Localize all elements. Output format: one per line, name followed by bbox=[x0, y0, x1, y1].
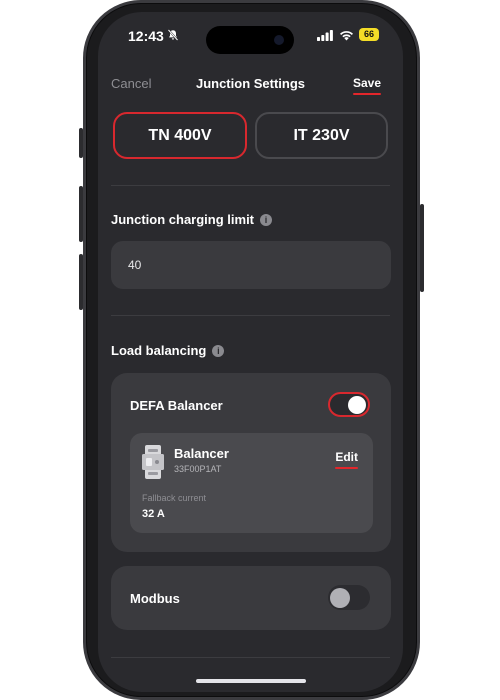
bell-muted-icon bbox=[167, 29, 179, 41]
load-balancing-label-text: Load balancing bbox=[111, 343, 207, 358]
charging-limit-label: Junction charging limit i bbox=[111, 212, 273, 227]
save-button[interactable]: Save bbox=[352, 76, 382, 95]
defa-balancer-label: DEFA Balancer bbox=[130, 398, 223, 413]
defa-balancer-card: DEFA Balancer Balancer 33F00P1AT Edit Fa… bbox=[111, 373, 391, 552]
balancer-id: 33F00P1AT bbox=[174, 464, 222, 474]
fallback-current-value: 32 A bbox=[142, 508, 165, 520]
network-option-tn-400v[interactable]: TN 400V bbox=[113, 112, 247, 159]
battery-indicator: 66 bbox=[359, 28, 379, 41]
defa-balancer-toggle[interactable] bbox=[328, 392, 370, 417]
balancer-device-icon bbox=[142, 445, 164, 479]
balancer-name: Balancer bbox=[174, 446, 229, 461]
charging-limit-label-text: Junction charging limit bbox=[111, 212, 255, 227]
edit-button[interactable]: Edit bbox=[335, 450, 358, 469]
app-screen: 12:43 66 Cancel Junction Settings Save T… bbox=[98, 12, 403, 692]
nav-bar: Cancel Junction Settings Save bbox=[98, 74, 403, 98]
divider bbox=[111, 657, 390, 658]
dynamic-island bbox=[206, 26, 294, 54]
divider bbox=[111, 185, 390, 186]
balancer-device-card: Balancer 33F00P1AT Edit Fallback current… bbox=[130, 433, 373, 533]
toggle-knob bbox=[348, 395, 366, 414]
cellular-signal-icon bbox=[317, 30, 333, 41]
info-icon[interactable]: i bbox=[260, 213, 273, 226]
divider bbox=[111, 315, 390, 316]
charging-limit-input[interactable]: 40 bbox=[111, 241, 391, 289]
power-button bbox=[420, 204, 424, 292]
wifi-icon bbox=[340, 31, 353, 41]
status-bar: 12:43 66 bbox=[98, 26, 403, 54]
modbus-label: Modbus bbox=[130, 591, 180, 606]
info-icon[interactable]: i bbox=[212, 344, 225, 357]
load-balancing-label: Load balancing i bbox=[111, 343, 225, 358]
toggle-knob bbox=[330, 587, 350, 608]
home-indicator[interactable] bbox=[196, 679, 306, 683]
modbus-toggle[interactable] bbox=[328, 585, 370, 610]
status-time: 12:43 bbox=[128, 28, 164, 44]
network-option-it-230v[interactable]: IT 230V bbox=[255, 112, 388, 159]
modbus-card: Modbus bbox=[111, 566, 391, 630]
fallback-current-label: Fallback current bbox=[142, 493, 207, 503]
camera-lens bbox=[274, 35, 284, 45]
